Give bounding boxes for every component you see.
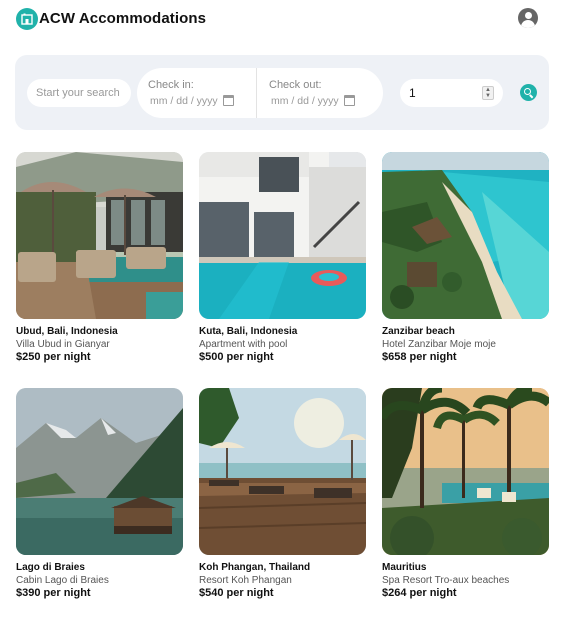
listing-price: $500 per night	[199, 351, 274, 363]
listing-photo[interactable]	[199, 388, 366, 555]
listing-price: $390 per night	[16, 587, 91, 599]
listing-card[interactable]: Lago di Braies Cabin Lago di Braies $390…	[16, 388, 183, 599]
user-account-icon[interactable]	[518, 8, 538, 28]
price-amount: $500	[199, 351, 224, 363]
listing-subtitle: Resort Koh Phangan	[199, 575, 292, 586]
listing-card[interactable]: Kuta, Bali, Indonesia Apartment with poo…	[199, 152, 366, 363]
listing-title[interactable]: Mauritius	[382, 562, 426, 573]
listing-subtitle: Villa Ubud in Gianyar	[16, 339, 110, 350]
search-button[interactable]	[520, 84, 537, 101]
date-range-picker: Check in: mm / dd / yyyy Check out: mm /…	[137, 68, 383, 118]
listing-title[interactable]: Koh Phangan, Thailand	[199, 562, 310, 573]
listing-card[interactable]: Mauritius Spa Resort Tro-aux beaches $26…	[382, 388, 549, 599]
listing-title[interactable]: Zanzibar beach	[382, 326, 455, 337]
calendar-icon[interactable]	[344, 95, 355, 106]
listing-price: $264 per night	[382, 587, 457, 599]
guests-value[interactable]: 1	[409, 86, 416, 100]
search-icon-handle	[529, 94, 534, 99]
price-unit: per night	[406, 351, 457, 363]
price-unit: per night	[223, 351, 274, 363]
price-amount: $390	[16, 587, 41, 599]
listing-card[interactable]: Ubud, Bali, Indonesia Villa Ubud in Gian…	[16, 152, 183, 363]
quantity-stepper[interactable]: ▲ ▼	[482, 86, 494, 100]
listing-price: $250 per night	[16, 351, 91, 363]
listing-subtitle: Hotel Zanzibar Moje moje	[382, 339, 496, 350]
listing-photo[interactable]	[16, 152, 183, 319]
date-divider	[256, 68, 257, 118]
check-in-field[interactable]: Check in: mm / dd / yyyy	[148, 68, 253, 118]
listing-subtitle: Spa Resort Tro-aux beaches	[382, 575, 510, 586]
price-amount: $264	[382, 587, 407, 599]
listing-price: $540 per night	[199, 587, 274, 599]
listing-title[interactable]: Ubud, Bali, Indonesia	[16, 326, 118, 337]
listing-card[interactable]: Zanzibar beach Hotel Zanzibar Moje moje …	[382, 152, 549, 363]
listing-subtitle: Apartment with pool	[199, 339, 288, 350]
check-in-value[interactable]: mm / dd / yyyy	[150, 95, 218, 107]
home-logo-icon[interactable]	[16, 8, 38, 30]
app-header: ACW Accommodations	[0, 0, 564, 40]
price-unit: per night	[406, 587, 457, 599]
listing-subtitle: Cabin Lago di Braies	[16, 575, 109, 586]
listing-card[interactable]: Koh Phangan, Thailand Resort Koh Phangan…	[199, 388, 366, 599]
listing-price: $658 per night	[382, 351, 457, 363]
calendar-icon[interactable]	[223, 95, 234, 106]
search-input[interactable]	[27, 79, 131, 107]
check-out-label: Check out:	[269, 79, 322, 91]
listing-photo[interactable]	[199, 152, 366, 319]
price-unit: per night	[223, 587, 274, 599]
listing-photo[interactable]	[382, 388, 549, 555]
guests-field[interactable]: 1 ▲ ▼	[400, 79, 503, 107]
listing-title[interactable]: Lago di Braies	[16, 562, 85, 573]
listing-photo[interactable]	[16, 388, 183, 555]
price-amount: $658	[382, 351, 407, 363]
price-amount: $540	[199, 587, 224, 599]
price-unit: per night	[40, 587, 91, 599]
brand-title[interactable]: ACW Accommodations	[39, 10, 206, 27]
check-out-value[interactable]: mm / dd / yyyy	[271, 95, 339, 107]
search-bar: Check in: mm / dd / yyyy Check out: mm /…	[15, 55, 549, 130]
listing-photo[interactable]	[382, 152, 549, 319]
check-in-label: Check in:	[148, 79, 194, 91]
price-amount: $250	[16, 351, 41, 363]
check-out-field[interactable]: Check out: mm / dd / yyyy	[269, 68, 374, 118]
listing-title[interactable]: Kuta, Bali, Indonesia	[199, 326, 297, 337]
price-unit: per night	[40, 351, 91, 363]
